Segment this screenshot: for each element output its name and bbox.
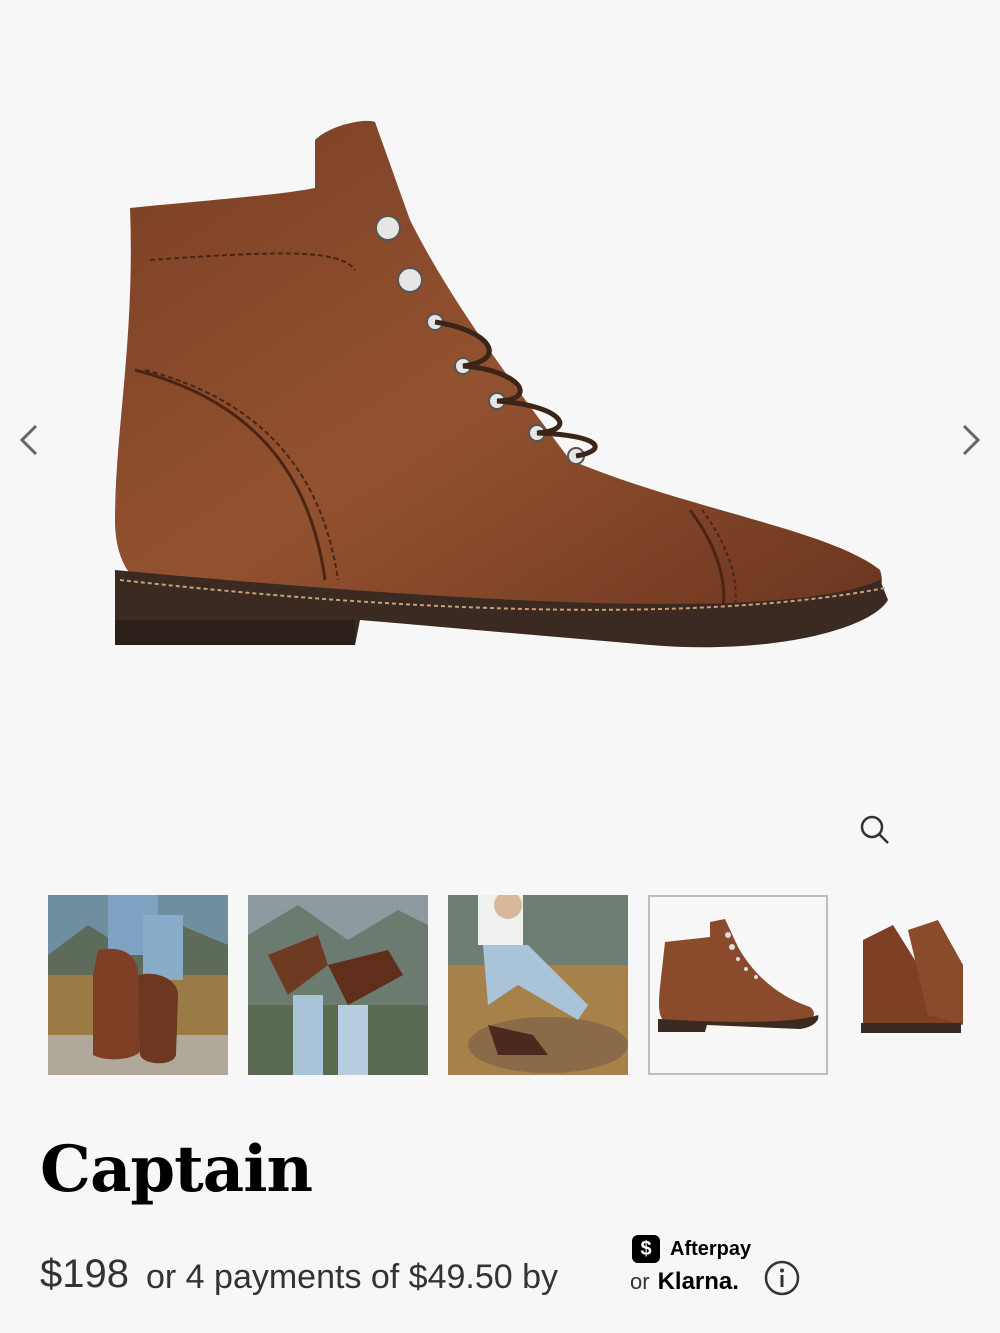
- chevron-left-icon: [19, 424, 38, 456]
- boot-side-view: [650, 897, 826, 1073]
- klarna-line: or Klarna.: [630, 1268, 739, 1296]
- info-icon: [764, 1260, 800, 1296]
- afterpay-label: Afterpay: [670, 1237, 752, 1260]
- next-image-button[interactable]: [950, 420, 990, 460]
- zoom-button[interactable]: [855, 810, 895, 850]
- boots-on-rock-photo: [48, 895, 228, 1075]
- installments-text: or 4 payments of $49.50 by: [146, 1258, 559, 1296]
- payment-info-button[interactable]: [764, 1260, 800, 1296]
- thumbnail-strip: [48, 895, 963, 1075]
- afterpay-link[interactable]: $ Afterpay: [632, 1234, 751, 1264]
- afterpay-logo-icon: $: [632, 1235, 660, 1263]
- boots-in-air-photo: [248, 895, 428, 1075]
- product-main-image: [115, 120, 888, 648]
- thumbnail-boot-side[interactable]: [648, 895, 828, 1075]
- thumbnail-woman-sitting[interactable]: [448, 895, 628, 1075]
- payment-providers: $ Afterpay or Klarna.: [630, 1234, 770, 1304]
- klarna-link[interactable]: Klarna.: [658, 1268, 739, 1296]
- boot-pair-angle: [858, 895, 963, 1075]
- thumbnail-boots-on-rock[interactable]: [48, 895, 228, 1075]
- thumbnail-boot-pair[interactable]: [858, 895, 963, 1075]
- woman-sitting-photo: [448, 895, 628, 1075]
- previous-image-button[interactable]: [10, 420, 50, 460]
- product-title: Captain: [40, 1132, 313, 1207]
- or-label: or: [630, 1269, 650, 1294]
- chevron-right-icon: [962, 424, 981, 456]
- product-gallery: [0, 0, 1000, 870]
- product-price: $198: [40, 1252, 129, 1296]
- price-row: $198 or 4 payments of $49.50 by $ Afterp…: [40, 1235, 980, 1312]
- thumbnail-boots-in-air[interactable]: [248, 895, 428, 1075]
- magnifier-icon: [860, 815, 889, 844]
